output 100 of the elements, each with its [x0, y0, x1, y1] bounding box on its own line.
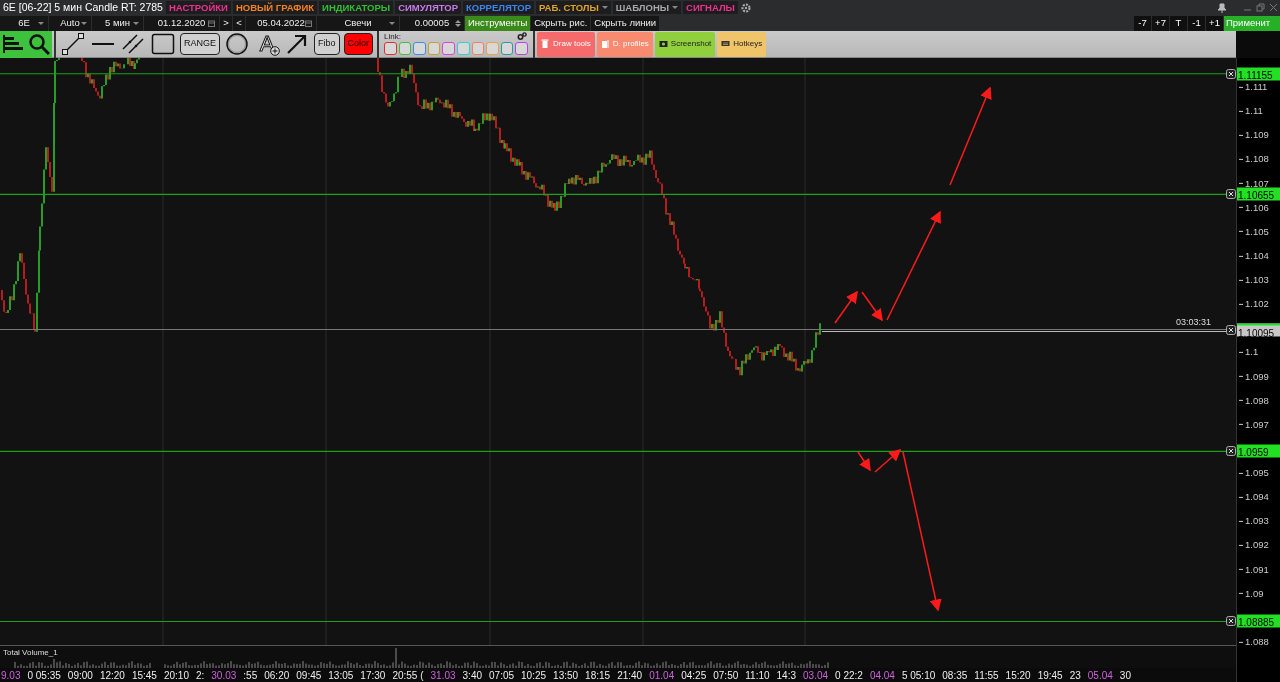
rectangle-tool[interactable]	[149, 32, 177, 56]
time-label: 12:20	[99, 668, 125, 682]
price-tick: 1.088	[1239, 634, 1269, 650]
action-button[interactable]: Screenshot	[654, 31, 716, 57]
time-label: 04:25	[681, 668, 707, 682]
link-color-swatch[interactable]	[398, 41, 412, 55]
price-tick: 1.102	[1239, 297, 1269, 312]
dropdown[interactable]: 5 мин	[92, 15, 143, 31]
close-icon[interactable]	[1226, 68, 1236, 79]
time-label: 30	[1119, 668, 1131, 682]
menu-item[interactable]: КОРРЕЛЯТОР	[463, 1, 535, 14]
time-label: 5 05:10	[901, 668, 936, 682]
pin-icon[interactable]	[1217, 2, 1227, 13]
price-tick: 1.09	[1239, 586, 1264, 601]
price-tick: 1.109	[1239, 128, 1269, 143]
shift-button[interactable]: +1	[1206, 15, 1223, 31]
pane-title: Total Volume_1	[3, 647, 58, 659]
button[interactable]: >	[220, 15, 232, 31]
trend-line-tool[interactable]	[59, 32, 87, 56]
link-color-swatch[interactable]	[442, 41, 455, 55]
menu-item[interactable]: ШАБЛОНЫ	[612, 1, 682, 14]
dropdown[interactable]: Свечи	[317, 15, 399, 31]
close-icon[interactable]	[1226, 446, 1236, 457]
calendar-icon[interactable]	[208, 19, 215, 27]
level-line[interactable]	[0, 193, 1227, 195]
time-label: 17:30	[360, 668, 386, 682]
arrow	[857, 451, 871, 472]
button[interactable]: Скрыть рис.	[531, 15, 591, 31]
time-label: 06:20	[264, 668, 290, 682]
price-tick: 1.094	[1239, 490, 1269, 505]
color-button[interactable]: Color	[343, 33, 374, 55]
range-button[interactable]: RANGE	[180, 33, 220, 55]
time-label: 11:10	[745, 668, 770, 682]
countdown-timer: 03:03:31	[1176, 315, 1212, 328]
button[interactable]: <	[233, 15, 245, 31]
dropdown[interactable]: 6E	[0, 15, 48, 31]
time-label: 2:	[195, 668, 205, 682]
menu-item[interactable]: СИГНАЛЫ	[683, 1, 738, 14]
time-label: 19:45	[1037, 668, 1063, 682]
price-tick: 1.104	[1239, 248, 1269, 264]
volume-profile-icon[interactable]	[2, 34, 24, 54]
link-color-swatch[interactable]	[384, 41, 397, 55]
date-label: 05.04	[1087, 668, 1113, 682]
date-label: 03.04	[803, 668, 829, 682]
trash-icon	[541, 39, 551, 49]
time-label: 0 05:35	[27, 668, 61, 682]
number-field[interactable]: 0.00005	[400, 15, 464, 31]
link-color-swatch[interactable]	[471, 41, 485, 55]
calendar-icon[interactable]	[305, 19, 312, 27]
price-level-label: 1.08885	[1237, 614, 1280, 628]
price-tick: 1.106	[1239, 200, 1269, 215]
price-tick: 1.11	[1239, 104, 1263, 119]
shift-button[interactable]: +7	[1152, 15, 1169, 31]
menu-item[interactable]: НАСТРОЙКИ	[165, 1, 231, 14]
time-label: 09:45	[296, 668, 322, 682]
link-color-swatch[interactable]	[500, 41, 514, 55]
dropdown[interactable]: Auto	[49, 15, 91, 31]
time-label: 15:20	[1005, 668, 1031, 682]
menu-item[interactable]: НОВЫЙ ГРАФИК	[232, 1, 318, 14]
date-label: 04.04	[869, 668, 895, 682]
arrow	[861, 291, 883, 322]
caret-icon[interactable]	[672, 6, 679, 9]
time-label: 18:15	[585, 668, 611, 682]
search-icon[interactable]	[28, 33, 50, 55]
button[interactable]: Инструменты	[465, 15, 531, 31]
circle-tool[interactable]	[223, 32, 251, 56]
button[interactable]: Скрыть линии	[591, 15, 660, 31]
link-color-swatch[interactable]	[457, 41, 470, 55]
link-color-swatch[interactable]	[427, 41, 441, 55]
caret-icon[interactable]	[601, 6, 608, 9]
spin-icon[interactable]	[455, 18, 461, 28]
date-field[interactable]: 05.04.2022	[246, 15, 316, 31]
arrow-icon	[285, 33, 309, 55]
action-button[interactable]: Hotkeys	[717, 31, 767, 57]
date-label: 9.03	[1, 668, 21, 682]
link-color-swatch[interactable]	[486, 41, 499, 55]
link-color-swatch[interactable]	[515, 41, 528, 55]
rectangle-icon	[151, 33, 175, 55]
menu-item[interactable]: ИНДИКАТОРЫ	[319, 1, 394, 14]
close-icon[interactable]	[1226, 189, 1236, 200]
menu-item[interactable]: РАБ. СТОЛЫ	[536, 1, 611, 14]
menu-item[interactable]: СИМУЛЯТОР	[395, 1, 462, 14]
level-line[interactable]	[0, 450, 1227, 452]
shift-button[interactable]: T	[1170, 15, 1187, 31]
shift-button[interactable]: -7	[1134, 15, 1151, 31]
shift-button[interactable]: -1	[1188, 15, 1205, 31]
time-label: 20:10	[163, 668, 189, 682]
level-line[interactable]	[0, 620, 1227, 623]
close-icon[interactable]	[1226, 324, 1236, 335]
close-icon[interactable]	[1226, 616, 1236, 627]
date-label: 01.04	[649, 668, 675, 682]
time-label: 09:00	[67, 668, 93, 682]
time-label: 07:50	[713, 668, 739, 682]
date-field[interactable]: 01.12.2020	[144, 15, 219, 31]
link-color-swatch[interactable]	[413, 41, 426, 55]
time-label: 07:05	[489, 668, 515, 682]
price-level-label: 1.11155	[1237, 67, 1280, 81]
price-tick: 1.103	[1239, 272, 1269, 288]
fibo-button[interactable]: Fibo	[314, 33, 340, 55]
price-tick: 1.095	[1239, 465, 1269, 481]
